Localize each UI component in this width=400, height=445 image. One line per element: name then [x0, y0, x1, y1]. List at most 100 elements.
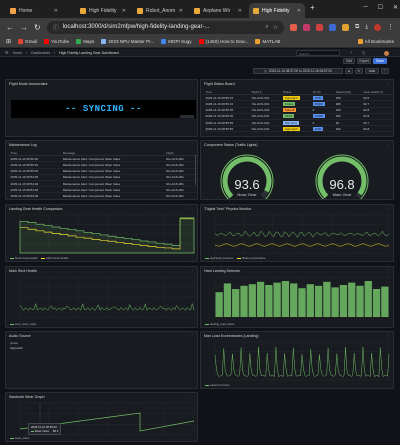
refresh-interval[interactable]: Auto — [365, 68, 379, 74]
bookmark-maps[interactable]: Maps — [76, 39, 94, 44]
new-tab-button[interactable]: + — [310, 3, 315, 12]
profile-avatar[interactable] — [374, 23, 381, 31]
legend-item[interactable]: Main Gear Health — [41, 256, 68, 260]
bookmark-youtube[interactable]: YouTube — [44, 39, 69, 44]
browser-toolbar: ← → ↻ ⓘ localhost:3000/d/sim2mfpw/high-f… — [0, 18, 400, 36]
close-tab-icon[interactable]: ✕ — [238, 8, 242, 14]
breadcrumb-dashboards[interactable]: Dashboards — [31, 51, 50, 55]
download-icon[interactable]: ⤓ — [365, 24, 368, 31]
maximize-icon[interactable]: ☐ — [378, 4, 383, 11]
menu-icon[interactable]: ☰ — [5, 50, 9, 55]
breadcrumb-dashboard[interactable]: High Fidelity Landing Gear Dashboard — [59, 51, 119, 55]
extension-icon[interactable] — [342, 23, 350, 31]
cell-value: 92.8 — [363, 108, 370, 113]
user-avatar[interactable] — [384, 50, 389, 56]
legend-item[interactable]: Lateral G Force — [205, 383, 229, 387]
legend-item[interactable]: wear_index — [10, 436, 29, 440]
export-button[interactable]: Export — [357, 58, 371, 64]
browser-tab-high-fidelity-1[interactable]: High Fidelity ✕ — [76, 3, 130, 18]
tab-title: Robot_Anom — [146, 7, 176, 14]
collapse-button[interactable]: ⌃ — [381, 68, 389, 74]
all-bookmarks[interactable]: All Bookmarks — [357, 39, 394, 44]
close-window-icon[interactable]: ✕ — [393, 4, 398, 11]
forward-arrow-icon[interactable]: → — [20, 23, 28, 32]
zoom-out-button[interactable]: ⊖ — [345, 68, 353, 74]
legend-item[interactable]: Hydraulic pressure — [205, 256, 233, 260]
share-button[interactable]: Share — [373, 58, 387, 64]
close-tab-icon[interactable]: ✕ — [54, 8, 58, 14]
cell-value: 1000 — [312, 95, 324, 100]
help-icon[interactable]: ? — [350, 51, 352, 55]
extension-icon[interactable] — [303, 23, 311, 31]
browser-tab-robot-anom[interactable]: Robot_Anom ✕ — [133, 3, 187, 18]
apps-grid-icon[interactable]: ⊞ — [6, 38, 11, 45]
globe-icon — [101, 39, 107, 44]
url-text: localhost:3000/d/sim2mfpw/high-fidelity-… — [62, 24, 210, 30]
cell-value: NG-ACS-001 — [166, 175, 184, 180]
minimize-icon[interactable]: ─ — [363, 4, 367, 11]
edit-button[interactable]: Edit — [343, 58, 355, 64]
panel-menu-icon[interactable]: ⋮ — [190, 81, 194, 86]
close-tab-icon[interactable]: ✕ — [297, 8, 301, 14]
table-row[interactable]: 2025-11-16 08:52:30Maintenance Alert: Co… — [9, 199, 198, 200]
landing-bar — [372, 289, 381, 317]
cell-value: 2025-11-16 08:56:00 — [205, 114, 234, 119]
browser-tab-high-fidelity-active[interactable]: High Fidelity ✕ — [249, 3, 305, 18]
browser-tab-airplane[interactable]: Airplane Wir ✕ — [190, 3, 246, 18]
table-row[interactable]: 2025-11-16 08:55:50 NG-ACS-001 Approach 100… — [204, 125, 393, 133]
cell-value: Taxi (Arr) — [282, 120, 299, 125]
panel-menu-icon[interactable]: ⋮ — [190, 333, 194, 338]
landing-bar — [381, 286, 389, 317]
bookmark-npu[interactable]: 2023 NPU Master Pr... — [101, 39, 154, 44]
chart-legend: Nose Gear Health Main Gear Health — [10, 256, 68, 260]
cell-value: 2025-11-16 08:56:00 — [10, 156, 39, 161]
bookmark-star-icon[interactable]: ☆ — [273, 24, 278, 31]
refresh-button[interactable]: ↻ — [355, 68, 363, 74]
close-tab-icon[interactable]: ✕ — [122, 8, 126, 14]
legend-item[interactable]: Brake temperature — [237, 256, 266, 260]
tooltip-series: Wear Index — [34, 429, 50, 433]
reload-icon[interactable]: ↻ — [34, 23, 41, 32]
table-cell: NG-ACS-001 — [165, 199, 198, 200]
panel-menu-icon[interactable]: ⋮ — [190, 142, 194, 147]
browser-tab-home[interactable]: Home ✕ — [6, 3, 62, 18]
cell-value: 2025-11-16 08:55:50 — [205, 126, 234, 131]
panel-audio-source: Audio Source ⋮ phase Approach — [5, 331, 198, 389]
time-range-picker[interactable]: ◷ 2025-11-16 08:57:00 to 2025-11-16 08:5… — [253, 68, 343, 74]
flight-mode-status: -- SYNCING -- — [65, 104, 142, 114]
browser-menu-icon[interactable]: ⋮ — [387, 23, 394, 31]
bookmark-youtube-video[interactable]: (1450) How to Dow... — [198, 39, 249, 44]
bookmark-matlab[interactable]: MATLAB — [255, 39, 280, 44]
legend-item[interactable]: strut_wear_index — [10, 322, 36, 326]
legend-item[interactable]: landing_load_factor — [205, 322, 234, 326]
bookmark-gmail[interactable]: Gmail — [18, 39, 37, 44]
cell-value: Cruise — [282, 101, 296, 106]
cell-value: NG-ACS-001 — [166, 181, 184, 186]
panel-strut-health: Main Strut Health ⋮ strut_wear_index — [5, 266, 198, 328]
extensions-puzzle-icon[interactable]: ⧉ — [355, 24, 359, 31]
bookmark-label: (1450) How to Dow... — [205, 39, 249, 44]
search-input[interactable]: Search... — [296, 50, 340, 56]
table-cell: 2025-11-16 08:52:30 — [9, 199, 61, 200]
address-bar[interactable]: ⓘ localhost:3000/d/sim2mfpw/high-fidelit… — [46, 20, 285, 34]
cell-value: NG-ACS-001 — [251, 95, 270, 100]
bookmark-mdpi[interactable]: MDPI Sugy — [161, 39, 192, 44]
news-icon[interactable]: ◫ — [362, 51, 365, 55]
cell-value: 1000 — [312, 126, 324, 131]
extension-icon[interactable] — [316, 23, 324, 31]
site-info-icon[interactable]: ⓘ — [53, 23, 59, 32]
cell-value: 92.8 — [363, 114, 370, 119]
extension-icon[interactable] — [329, 23, 337, 31]
cell-value: 0 — [312, 108, 315, 113]
grafana-favicon — [137, 7, 143, 14]
bookmark-label: Gmail — [25, 39, 38, 44]
close-tab-icon[interactable]: ✕ — [179, 8, 183, 14]
extension-icon[interactable] — [290, 23, 298, 31]
scrollbar[interactable] — [194, 155, 196, 185]
legend-item[interactable]: Nose Gear Health — [10, 256, 37, 260]
breadcrumb-home[interactable]: Home — [13, 51, 22, 55]
zoom-icon[interactable]: ⌕ — [265, 24, 268, 31]
back-arrow-icon[interactable]: ← — [6, 23, 14, 32]
panel-menu-icon[interactable]: ⋮ — [386, 81, 390, 86]
panel-resize-handle[interactable] — [180, 115, 194, 118]
